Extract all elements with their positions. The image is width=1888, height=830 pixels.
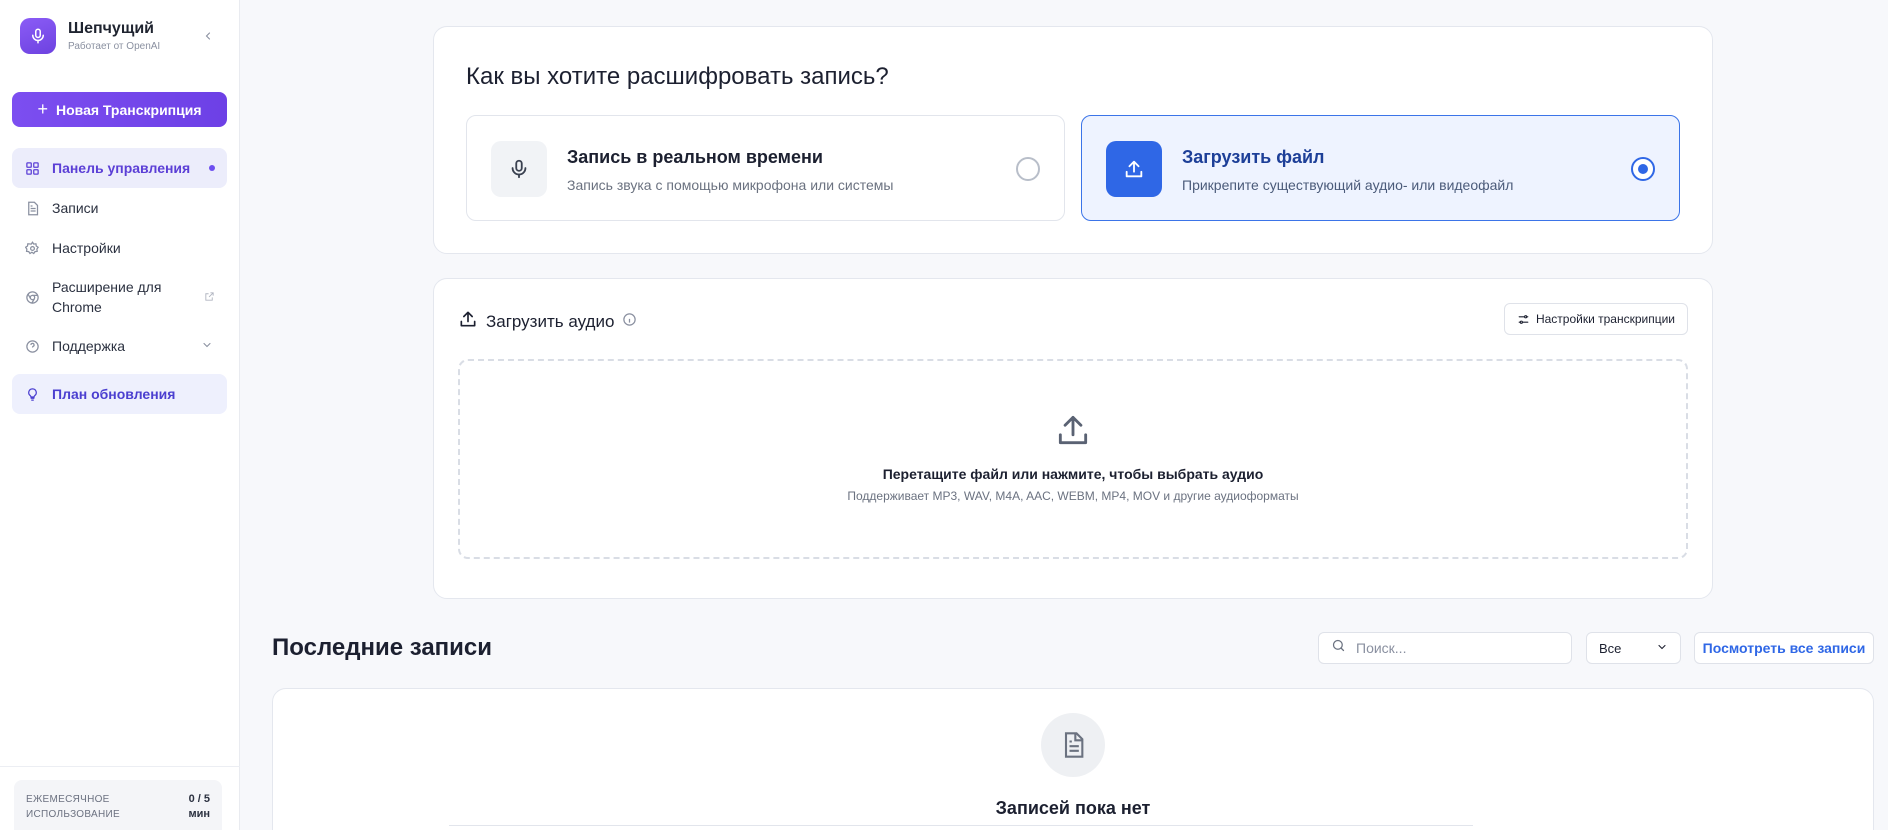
sidebar-item-label: Записи [52, 200, 99, 216]
upgrade-plan-button[interactable]: План обновления [12, 374, 227, 414]
dropzone-subtitle: Поддерживает MP3, WAV, M4A, AAC, WEBM, M… [847, 489, 1299, 503]
search-box [1318, 632, 1572, 664]
document-icon [1041, 713, 1105, 777]
search-input[interactable] [1356, 640, 1556, 656]
lightbulb-icon [24, 386, 40, 402]
brand-name: Шепчущий [68, 20, 154, 37]
microphone-icon [20, 18, 56, 54]
dropzone-title: Перетащите файл или нажмите, чтобы выбра… [882, 466, 1264, 482]
new-transcription-label: Новая Транскрипция [55, 101, 202, 118]
help-icon [24, 338, 40, 354]
sidebar-item-label: Панель управления [52, 160, 191, 176]
option-upload-file[interactable]: Загрузить файл Прикрепите существующий а… [1081, 115, 1680, 221]
document-icon [24, 200, 40, 216]
microphone-icon [491, 141, 547, 197]
sliders-icon [1517, 313, 1530, 326]
info-icon[interactable] [622, 312, 637, 332]
dashboard-icon [24, 160, 40, 176]
sidebar-item-support[interactable]: Поддержка [12, 326, 227, 366]
chevron-left-icon [205, 32, 211, 40]
active-indicator [209, 165, 215, 171]
transcription-settings-button[interactable]: Настройки транскрипции [1503, 303, 1688, 335]
chevron-down-icon [201, 338, 213, 354]
empty-state-title: Записей пока нет [995, 798, 1151, 818]
external-link-icon [204, 289, 215, 305]
divider [449, 825, 1473, 826]
upload-audio-card: Загрузить аудио Настройки транскрипции П… [433, 278, 1713, 599]
chevron-down-icon [1656, 641, 1668, 656]
new-transcription-button[interactable]: + Новая Транскрипция [12, 92, 227, 127]
sidebar-nav: Панель управления Записи Настройки Расши… [12, 148, 227, 414]
filter-select[interactable]: Все [1586, 632, 1681, 664]
sidebar-item-settings[interactable]: Настройки [12, 228, 227, 268]
usage-label: ЕЖЕМЕСЯЧНОЕ ИСПОЛЬЗОВАНИЕ [26, 794, 120, 820]
view-all-records-button[interactable]: Посмотреть все записи [1694, 632, 1874, 664]
sidebar-item-records[interactable]: Записи [12, 188, 227, 228]
option-title: Запись в реальном времени [567, 147, 823, 167]
upgrade-plan-label: План обновления [52, 386, 176, 402]
transcription-method-card: Как вы хотите расшифровать запись? Запис… [433, 26, 1713, 254]
sidebar-item-label: Настройки [52, 240, 121, 256]
sidebar-item-label: Расширение для Chrome [52, 279, 162, 315]
radio-upload[interactable] [1631, 157, 1655, 181]
sidebar: Шепчущий Работает от OpenAI + Новая Тран… [0, 0, 240, 830]
search-icon [1331, 638, 1346, 658]
filter-value: Все [1599, 640, 1622, 656]
collapse-sidebar-button[interactable] [200, 28, 216, 44]
upload-header: Загрузить аудио [458, 309, 637, 334]
option-realtime-recording[interactable]: Запись в реальном времени Запись звука с… [466, 115, 1065, 221]
brand-subtitle: Работает от OpenAI [68, 41, 161, 52]
brand: Шепчущий Работает от OpenAI [20, 18, 160, 54]
upload-icon [1054, 411, 1092, 454]
method-title: Как вы хотите расшифровать запись? [466, 63, 889, 90]
upload-icon [458, 309, 478, 334]
option-description: Запись звука с помощью микрофона или сис… [567, 177, 894, 193]
file-dropzone[interactable]: Перетащите файл или нажмите, чтобы выбра… [458, 359, 1688, 559]
recent-records-title: Последние записи [272, 634, 493, 661]
upload-icon [1106, 141, 1162, 197]
upload-title: Загрузить аудио [486, 311, 615, 331]
plus-icon: + [37, 99, 48, 119]
chrome-icon [24, 289, 40, 305]
usage-box: ЕЖЕМЕСЯЧНОЕ ИСПОЛЬЗОВАНИЕ 0 / 5 мин [14, 780, 222, 830]
gear-icon [24, 240, 40, 256]
sidebar-item-dashboard[interactable]: Панель управления [12, 148, 227, 188]
option-description: Прикрепите существующий аудио- или видео… [1182, 177, 1514, 193]
recent-records-card: Записей пока нет [272, 688, 1874, 830]
sidebar-divider [0, 766, 240, 767]
transcription-settings-label: Настройки транскрипции [1535, 312, 1675, 326]
sidebar-item-label: Поддержка [52, 338, 126, 354]
radio-realtime[interactable] [1016, 157, 1040, 181]
sidebar-item-chrome-extension[interactable]: Расширение для Chrome [12, 268, 227, 326]
option-title: Загрузить файл [1182, 147, 1325, 167]
usage-value: 0 / 5 мин [188, 793, 210, 820]
